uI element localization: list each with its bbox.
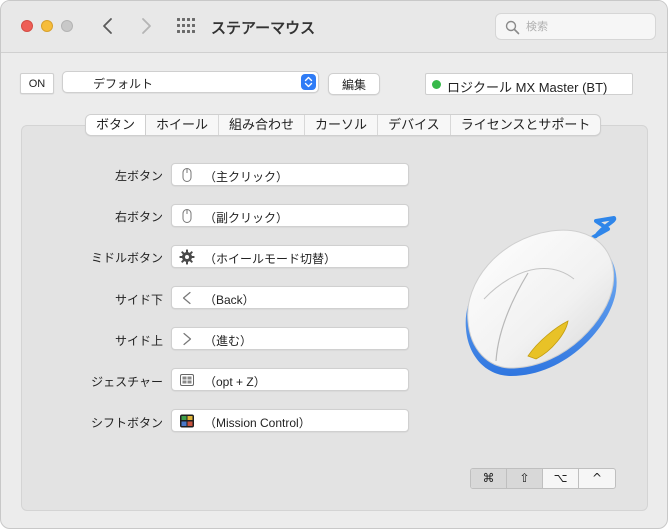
back-button[interactable] [97,15,119,37]
steermouse-window: ステアーマウス ON デフォルト 編集 ロジクール MX Master (BT)… [0,0,668,529]
tab-chords[interactable]: 組み合わせ [219,115,306,135]
mouse-illustration-icon [465,216,617,376]
gear-icon [179,249,195,265]
gesture-icon [180,374,194,386]
chevron-right-icon [142,18,151,34]
tab-bar: ボタン ホイール 組み合わせ カーソル デバイス ライセンスとサポート [85,114,602,136]
right-button-value: （副クリック） [204,211,289,225]
title-bar: ステアーマウス [1,1,667,53]
mouse-icon [182,209,192,223]
chevron-left-icon [103,18,112,34]
search-input[interactable] [526,18,646,36]
tab-buttons[interactable]: ボタン [86,115,147,135]
option-key[interactable]: ⌥ [543,469,579,488]
side-lower-label: サイド下 [114,293,163,307]
shift-button-label: シフトボタン [90,416,163,430]
device-name: ロジクール MX Master (BT) [447,80,608,95]
middle-button-value: （ホイールモード切替） [204,252,337,266]
gesture-label: ジェスチャー [91,375,163,389]
shift-button-action[interactable]: （Mission Control） [171,409,409,432]
side-upper-action[interactable]: （進む） [171,327,409,350]
shift-button-value: （Mission Control） [204,416,311,430]
tab-cursor[interactable]: カーソル [305,115,379,135]
mission-control-icon [180,414,194,428]
left-button-action[interactable]: （主クリック） [171,163,409,186]
modifier-keys: ⌘ ⇧ ⌥ ^ [470,468,616,489]
tab-devices[interactable]: デバイス [378,115,451,135]
left-button-label: 左ボタン [114,169,163,183]
command-key[interactable]: ⌘ [471,469,507,488]
device-selector[interactable]: ロジクール MX Master (BT) [425,73,633,95]
side-lower-action[interactable]: （Back） [171,286,409,309]
zoom-window-button[interactable] [61,20,73,32]
preset-select[interactable]: デフォルト [62,71,319,93]
mouse-icon [182,168,192,182]
gesture-value: （opt + Z） [204,375,266,389]
close-window-button[interactable] [21,20,33,32]
device-status-dot [432,80,441,89]
middle-button-label: ミドルボタン [90,251,163,265]
search-field[interactable] [495,13,656,40]
forward-button[interactable] [135,15,157,37]
chevron-right-icon [183,332,192,346]
side-lower-value: （Back） [204,293,255,307]
tab-license-support[interactable]: ライセンスとサポート [451,115,601,135]
chevron-left-icon [182,291,191,305]
edit-button[interactable]: 編集 [328,73,380,95]
on-toggle-button[interactable]: ON [20,73,54,94]
search-icon [505,20,520,35]
right-button-label: 右ボタン [114,210,163,224]
window-title: ステアーマウス [211,20,316,37]
minimize-window-button[interactable] [41,20,53,32]
gesture-action[interactable]: （opt + Z） [171,368,409,391]
preset-value: デフォルト [93,77,154,91]
side-upper-label: サイド上 [114,334,163,348]
show-all-grid-icon[interactable] [177,18,195,34]
control-key[interactable]: ^ [579,469,615,488]
shift-key[interactable]: ⇧ [507,469,543,488]
middle-button-action[interactable]: （ホイールモード切替） [171,245,409,268]
tab-wheel[interactable]: ホイール [146,115,220,135]
left-button-value: （主クリック） [204,170,289,184]
updown-arrows-icon [301,74,316,90]
side-upper-value: （進む） [204,334,253,348]
right-button-action[interactable]: （副クリック） [171,204,409,227]
